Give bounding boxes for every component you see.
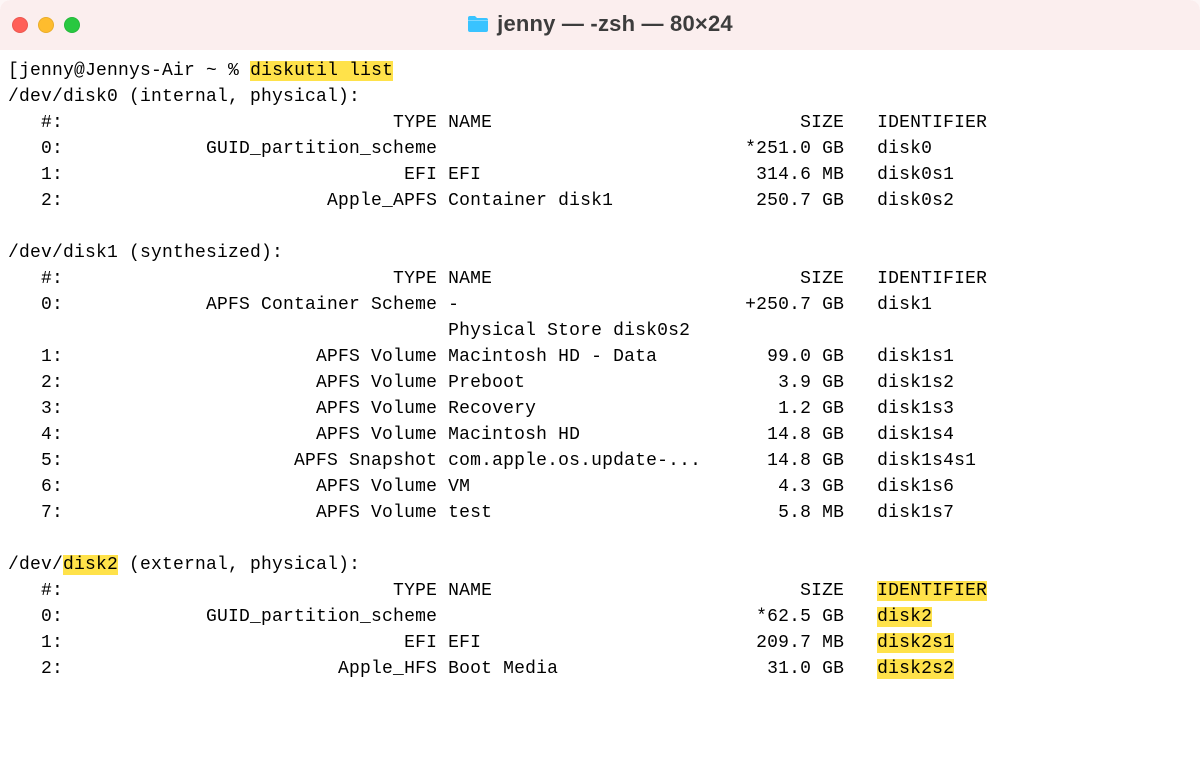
disk-row: 2: Apple_HFS Boot Media 31.0 GB disk2s2 bbox=[8, 656, 1194, 682]
disk-device-line: /dev/disk1 (synthesized): bbox=[8, 240, 1194, 266]
blank-line bbox=[8, 214, 1194, 240]
disk-row: 1: APFS Volume Macintosh HD - Data 99.0 … bbox=[8, 344, 1194, 370]
window-title: jenny — -zsh — 80×24 bbox=[497, 11, 733, 37]
blank-line bbox=[8, 526, 1194, 552]
disk-row: 3: APFS Volume Recovery 1.2 GB disk1s3 bbox=[8, 396, 1194, 422]
disk-device-line: /dev/disk0 (internal, physical): bbox=[8, 84, 1194, 110]
disk-header-row: #: TYPE NAME SIZE IDENTIFIER bbox=[8, 266, 1194, 292]
disk-row: 2: Apple_APFS Container disk1 250.7 GB d… bbox=[8, 188, 1194, 214]
disk-device-line: /dev/disk2 (external, physical): bbox=[8, 552, 1194, 578]
minimize-icon[interactable] bbox=[38, 17, 54, 33]
traffic-lights bbox=[12, 17, 80, 33]
disk-row: 0: GUID_partition_scheme *251.0 GB disk0 bbox=[8, 136, 1194, 162]
disk-row: 0: APFS Container Scheme - +250.7 GB dis… bbox=[8, 292, 1194, 318]
highlight-identifier: disk2s2 bbox=[877, 659, 954, 679]
title-wrap: jenny — -zsh — 80×24 bbox=[0, 11, 1200, 39]
highlight-identifier: disk2 bbox=[877, 607, 932, 627]
disk-header-row: #: TYPE NAME SIZE IDENTIFIER bbox=[8, 110, 1194, 136]
highlight-command: diskutil list bbox=[250, 61, 393, 81]
zoom-icon[interactable] bbox=[64, 17, 80, 33]
highlight-identifier: disk2s1 bbox=[877, 633, 954, 653]
disk-row: 2: APFS Volume Preboot 3.9 GB disk1s2 bbox=[8, 370, 1194, 396]
disk-header-row: #: TYPE NAME SIZE IDENTIFIER bbox=[8, 578, 1194, 604]
folder-icon bbox=[467, 15, 489, 33]
terminal-window: jenny — -zsh — 80×24 [jenny@Jennys-Air ~… bbox=[0, 0, 1200, 776]
disk-row: 5: APFS Snapshot com.apple.os.update-...… bbox=[8, 448, 1194, 474]
terminal-output[interactable]: [jenny@Jennys-Air ~ % diskutil list/dev/… bbox=[0, 50, 1200, 690]
disk-row: 4: APFS Volume Macintosh HD 14.8 GB disk… bbox=[8, 422, 1194, 448]
disk-row: 6: APFS Volume VM 4.3 GB disk1s6 bbox=[8, 474, 1194, 500]
disk-extra-row: Physical Store disk0s2 bbox=[8, 318, 1194, 344]
disk-row: 0: GUID_partition_scheme *62.5 GB disk2 bbox=[8, 604, 1194, 630]
disk-row: 7: APFS Volume test 5.8 MB disk1s7 bbox=[8, 500, 1194, 526]
disk-row: 1: EFI EFI 209.7 MB disk2s1 bbox=[8, 630, 1194, 656]
highlight-device: disk2 bbox=[63, 555, 118, 575]
highlight-identifier: IDENTIFIER bbox=[877, 581, 987, 601]
prompt-line: [jenny@Jennys-Air ~ % diskutil list bbox=[8, 58, 1194, 84]
disk-row: 1: EFI EFI 314.6 MB disk0s1 bbox=[8, 162, 1194, 188]
titlebar[interactable]: jenny — -zsh — 80×24 bbox=[0, 0, 1200, 50]
close-icon[interactable] bbox=[12, 17, 28, 33]
